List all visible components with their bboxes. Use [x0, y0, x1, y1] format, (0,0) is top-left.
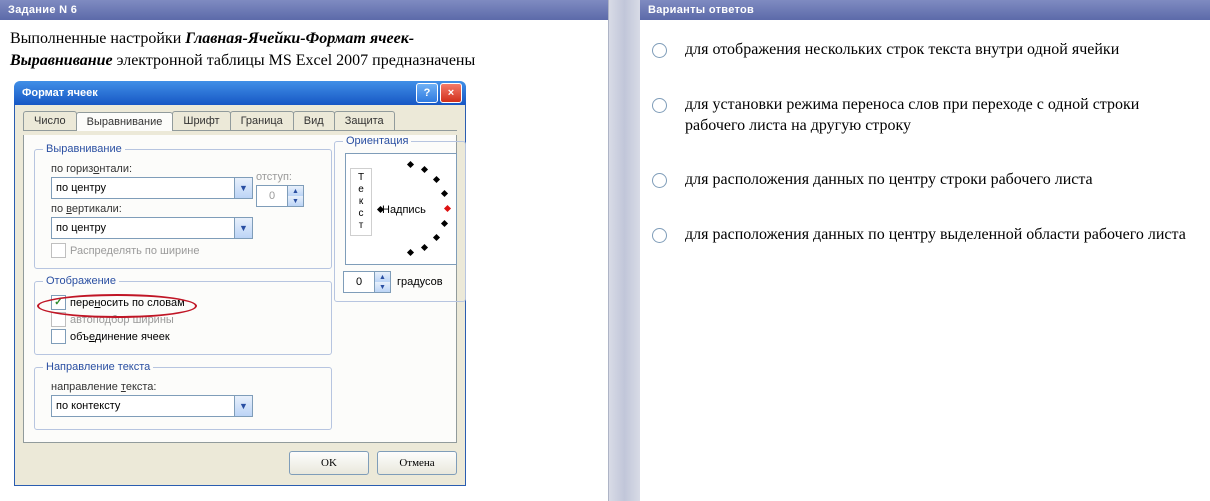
chevron-down-icon[interactable]: ▼	[288, 196, 303, 206]
checkbox-distribute: Распределять по ширине	[51, 243, 323, 258]
q-plain-1: Выполненные настройки	[10, 30, 185, 47]
checkbox-wrap-text-label: переносить по словам	[70, 297, 185, 309]
label-text-direction: направление текста:	[51, 381, 323, 393]
orientation-dial[interactable]: Текст Надпись	[345, 153, 457, 265]
tab-alignment[interactable]: Выравнивание	[76, 112, 174, 131]
spinner-degrees[interactable]: 0▲▼	[343, 271, 391, 293]
combo-vertical-value: по центру	[52, 222, 234, 234]
checkbox-distribute-label: Распределять по ширине	[70, 245, 199, 257]
tab-protection[interactable]: Защита	[334, 111, 395, 130]
group-display-legend: Отображение	[43, 275, 119, 287]
tab-number[interactable]: Число	[23, 111, 77, 130]
help-button[interactable]: ?	[416, 83, 438, 103]
right-header: Варианты ответов	[640, 0, 1210, 20]
q-plain-2: электронной таблицы MS Excel 2007 предна…	[113, 52, 476, 69]
tab-border[interactable]: Граница	[230, 111, 294, 130]
tab-strip: Число Выравнивание Шрифт Граница Вид Защ…	[23, 111, 457, 131]
chevron-up-icon[interactable]: ▲	[288, 186, 303, 196]
radio-icon[interactable]	[652, 173, 667, 188]
left-header: Задание N 6	[0, 0, 608, 20]
label-degrees: градусов	[397, 276, 443, 288]
q-bold-2: Выравнивание	[10, 52, 113, 69]
q-bold-1: Главная-Ячейки-Формат ячеек-	[185, 30, 414, 47]
answer-option[interactable]: для расположения данных по центру строки…	[652, 170, 1198, 191]
combo-vertical[interactable]: по центру▼	[51, 217, 253, 239]
checkbox-merge-cells[interactable]: объединение ячеек	[51, 329, 323, 344]
spinner-indent-value: 0	[257, 190, 287, 202]
pane-divider	[609, 0, 640, 501]
answer-text: для расположения данных по центру строки…	[685, 170, 1093, 191]
spinner-degrees-value: 0	[344, 276, 374, 288]
format-cells-dialog: Формат ячеек ? × Число Выравнивание Шриф…	[14, 81, 466, 486]
tab-fill[interactable]: Вид	[293, 111, 335, 130]
group-text-direction-legend: Направление текста	[43, 361, 153, 373]
radio-icon[interactable]	[652, 43, 667, 58]
cancel-button[interactable]: Отмена	[377, 451, 457, 475]
close-button[interactable]: ×	[440, 83, 462, 103]
answer-option[interactable]: для расположения данных по центру выделе…	[652, 225, 1198, 246]
dialog-title: Формат ячеек	[22, 87, 414, 99]
combo-horizontal-value: по центру	[52, 182, 234, 194]
orientation-vertical-text[interactable]: Текст	[350, 168, 372, 236]
answer-text: для отображения нескольких строк текста …	[685, 40, 1119, 61]
label-indent: отступ:	[256, 171, 304, 183]
group-orientation-legend: Ориентация	[343, 135, 411, 147]
chevron-down-icon[interactable]: ▼	[234, 396, 252, 416]
question-text: Выполненные настройки Главная-Ячейки-Фор…	[10, 28, 598, 71]
checkbox-autofit: автоподбор ширины	[51, 312, 323, 327]
answer-text: для расположения данных по центру выделе…	[685, 225, 1186, 246]
checkbox-autofit-label: автоподбор ширины	[70, 314, 174, 326]
combo-horizontal[interactable]: по центру▼	[51, 177, 253, 199]
answer-option[interactable]: для отображения нескольких строк текста …	[652, 40, 1198, 61]
chevron-down-icon[interactable]: ▼	[234, 178, 252, 198]
orientation-label: Надпись	[382, 204, 426, 216]
chevron-down-icon[interactable]: ▼	[234, 218, 252, 238]
radio-icon[interactable]	[652, 98, 667, 113]
ok-button[interactable]: OK	[289, 451, 369, 475]
combo-text-direction-value: по контексту	[52, 400, 234, 412]
chevron-up-icon[interactable]: ▲	[375, 272, 390, 282]
chevron-down-icon[interactable]: ▼	[375, 282, 390, 292]
group-alignment-legend: Выравнивание	[43, 143, 125, 155]
answer-option[interactable]: для установки режима переноса слов при п…	[652, 95, 1198, 137]
dialog-titlebar[interactable]: Формат ячеек ? ×	[14, 81, 466, 105]
combo-text-direction[interactable]: по контексту▼	[51, 395, 253, 417]
tab-font[interactable]: Шрифт	[172, 111, 230, 130]
checkbox-wrap-text[interactable]: ✓переносить по словам	[51, 295, 323, 310]
answer-text: для установки режима переноса слов при п…	[685, 95, 1198, 137]
spinner-indent[interactable]: 0▲▼	[256, 185, 304, 207]
radio-icon[interactable]	[652, 228, 667, 243]
checkbox-merge-cells-label: объединение ячеек	[70, 331, 170, 343]
